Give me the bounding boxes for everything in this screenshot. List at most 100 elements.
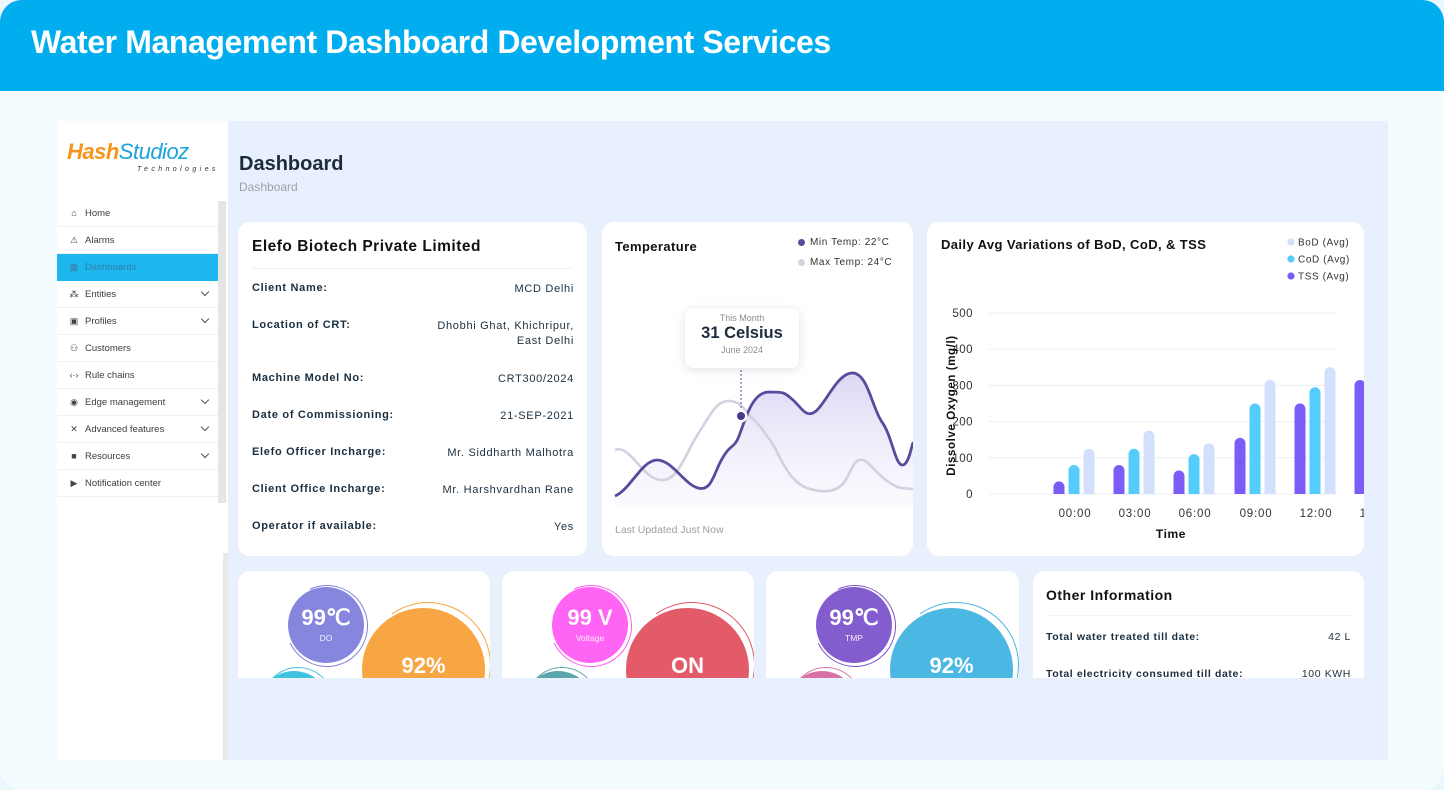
- sidebar-item-label: Customers: [85, 342, 131, 354]
- gauge-ring: [355, 592, 490, 678]
- bar-base: [1294, 488, 1306, 494]
- row-value: MCD Delhi: [514, 283, 574, 295]
- sidebar-item-label: Notification center: [85, 477, 162, 489]
- client-info-row: Client Office Incharge: Mr. Harshvardhan …: [252, 483, 574, 498]
- client-info-card: Elefo Biotech Private Limited Client Nam…: [238, 222, 587, 556]
- sidebar-item-resources[interactable]: ■ Resources: [57, 443, 218, 470]
- bar-base: [1234, 488, 1246, 494]
- sidebar-scrollbar[interactable]: [218, 201, 226, 503]
- x-tick-label: 06:00: [1179, 508, 1212, 520]
- tooltip-date: June 2024: [720, 345, 764, 355]
- chevron-down-icon[interactable]: [200, 287, 210, 297]
- gauge-ring: [790, 667, 862, 678]
- row-value: 21-SEP-2021: [500, 410, 574, 422]
- legend-dot-icon: [1287, 255, 1295, 263]
- bar-chart[interactable]: 010020030040050000:00 03:00 06:00 09:00 12:0…: [927, 222, 1364, 556]
- x-tick-label: 15:00: [1360, 508, 1364, 520]
- sidebar-item-label: Dashboards: [85, 261, 137, 273]
- hashstudioz-logo[interactable]: HashStudioz Technologies: [67, 139, 217, 179]
- chevron-down-icon[interactable]: [200, 449, 210, 459]
- gauge-card-tmp: 92% 99℃ TMP: [766, 571, 1019, 678]
- sidebar-item-home[interactable]: ⌂ Home: [57, 200, 218, 227]
- bar-base: [1143, 488, 1155, 494]
- temperature-line-chart[interactable]: [602, 222, 913, 556]
- sidebar-item-label: Edge management: [85, 396, 166, 408]
- client-info-title: Elefo Biotech Private Limited: [252, 238, 481, 255]
- row-label: Date of Commissioning:: [252, 409, 394, 421]
- sidebar-item-customers[interactable]: ⚇ Customers: [57, 335, 218, 362]
- sidebar-item-entities[interactable]: ⁂ Entities: [57, 281, 218, 308]
- bar-base: [1203, 488, 1215, 494]
- gauge-ring: [262, 667, 334, 678]
- client-info-row: Client Name: MCD Delhi: [252, 282, 574, 297]
- row-label: Machine Model No:: [252, 372, 365, 384]
- temperature-card: Temperature Min Temp: 22°C Max Temp: 24°…: [602, 222, 913, 556]
- bar-base: [1068, 488, 1080, 494]
- notification-icon: ▶: [70, 477, 78, 488]
- bar-bod: [1083, 448, 1095, 494]
- bar-base: [1264, 488, 1276, 494]
- sidebar-item-dashboards[interactable]: ▦ Dashboards: [57, 254, 218, 281]
- row-value: Yes: [553, 521, 574, 533]
- gauge-card-do: 92% 99℃ DO: [238, 571, 490, 678]
- row-value: CRT300/2024: [498, 373, 574, 385]
- tooltip-value: 31 Celsius: [701, 324, 783, 342]
- bar-base: [1249, 488, 1261, 494]
- divider: [252, 268, 573, 269]
- page-scrollbar[interactable]: [223, 553, 228, 760]
- bar-base: [1113, 488, 1125, 494]
- dashboard-app: HashStudioz Technologies ⌂ Home ⚠ Alarms ▦ Da…: [57, 121, 1388, 760]
- tools-icon: ✕: [70, 423, 78, 434]
- sidebar-nav: ⌂ Home ⚠ Alarms ▦ Dashboards ⁂ Entities ▣ Profile…: [57, 200, 218, 497]
- row-value: Mr. Siddharth Malhotra: [447, 447, 574, 459]
- x-tick-label: 09:00: [1240, 508, 1273, 520]
- client-info-row: Location of CRT: Dhobhi Ghat, Khichripur,…: [252, 319, 574, 349]
- logo-primary: Hash: [67, 139, 119, 164]
- bar-base: [1188, 488, 1200, 494]
- other-info-title: Other Information: [1046, 587, 1173, 603]
- sidebar-item-label: Entities: [85, 288, 117, 300]
- row-label: Operator if available:: [252, 520, 377, 532]
- bar-cod: [1249, 403, 1261, 494]
- row-value: Dhobhi Ghat, Khichripur, East Delhi: [437, 320, 574, 347]
- folder-icon: ■: [71, 451, 77, 461]
- customers-icon: ⚇: [69, 342, 79, 353]
- y-tick-label: 0: [966, 489, 973, 501]
- legend-dot-icon: [1287, 238, 1295, 246]
- sidebar-item-notification-center[interactable]: ▶ Notification center: [57, 470, 218, 497]
- sidebar-item-alarms[interactable]: ⚠ Alarms: [57, 227, 218, 254]
- profiles-icon: ▣: [69, 315, 79, 326]
- sidebar-item-label: Advanced features: [85, 423, 165, 435]
- dashboard-grid-icon: ▦: [69, 261, 79, 272]
- bar-base: [1324, 488, 1336, 494]
- bar-tss: [1234, 437, 1246, 494]
- sidebar-item-profiles[interactable]: ▣ Profiles: [57, 308, 218, 335]
- bar-bod: [1143, 430, 1155, 494]
- logo-tagline: Technologies: [137, 166, 219, 173]
- other-info-row: Total water treated till date: 42 L: [1046, 631, 1351, 643]
- sidebar-item-label: Resources: [85, 450, 131, 462]
- client-info-row: Machine Model No: CRT300/2024: [252, 372, 574, 387]
- chevron-down-icon[interactable]: [200, 395, 210, 405]
- x-tick-label: 00:00: [1059, 508, 1092, 520]
- bar-base: [1083, 488, 1095, 494]
- sidebar-item-label: Rule chains: [85, 369, 135, 381]
- last-updated-text: Last Updated Just Now: [615, 524, 724, 536]
- sidebar-item-label: Home: [85, 207, 111, 219]
- row-label: Client Office Incharge:: [252, 483, 386, 495]
- sidebar-item-advanced-features[interactable]: ✕ Advanced features: [57, 416, 218, 443]
- bar-tss: [1354, 379, 1364, 494]
- breadcrumb[interactable]: Dashboard: [239, 180, 298, 194]
- warning-icon: ⚠: [69, 234, 79, 245]
- chevron-down-icon[interactable]: [200, 422, 210, 432]
- chevron-down-icon[interactable]: [200, 314, 210, 324]
- row-label: Location of CRT:: [252, 319, 351, 331]
- entities-icon: ⁂: [69, 288, 79, 299]
- bar-cod: [1128, 448, 1140, 494]
- bar-cod: [1309, 387, 1321, 494]
- sidebar-item-label: Profiles: [85, 315, 117, 327]
- sidebar-item-edge-management[interactable]: ◉ Edge management: [57, 389, 218, 416]
- gauge-card-voltage: ON 99 V Voltage: [502, 571, 754, 678]
- sidebar-item-rule-chains[interactable]: ‹·› Rule chains: [57, 362, 218, 389]
- page-title: Dashboard: [239, 153, 344, 175]
